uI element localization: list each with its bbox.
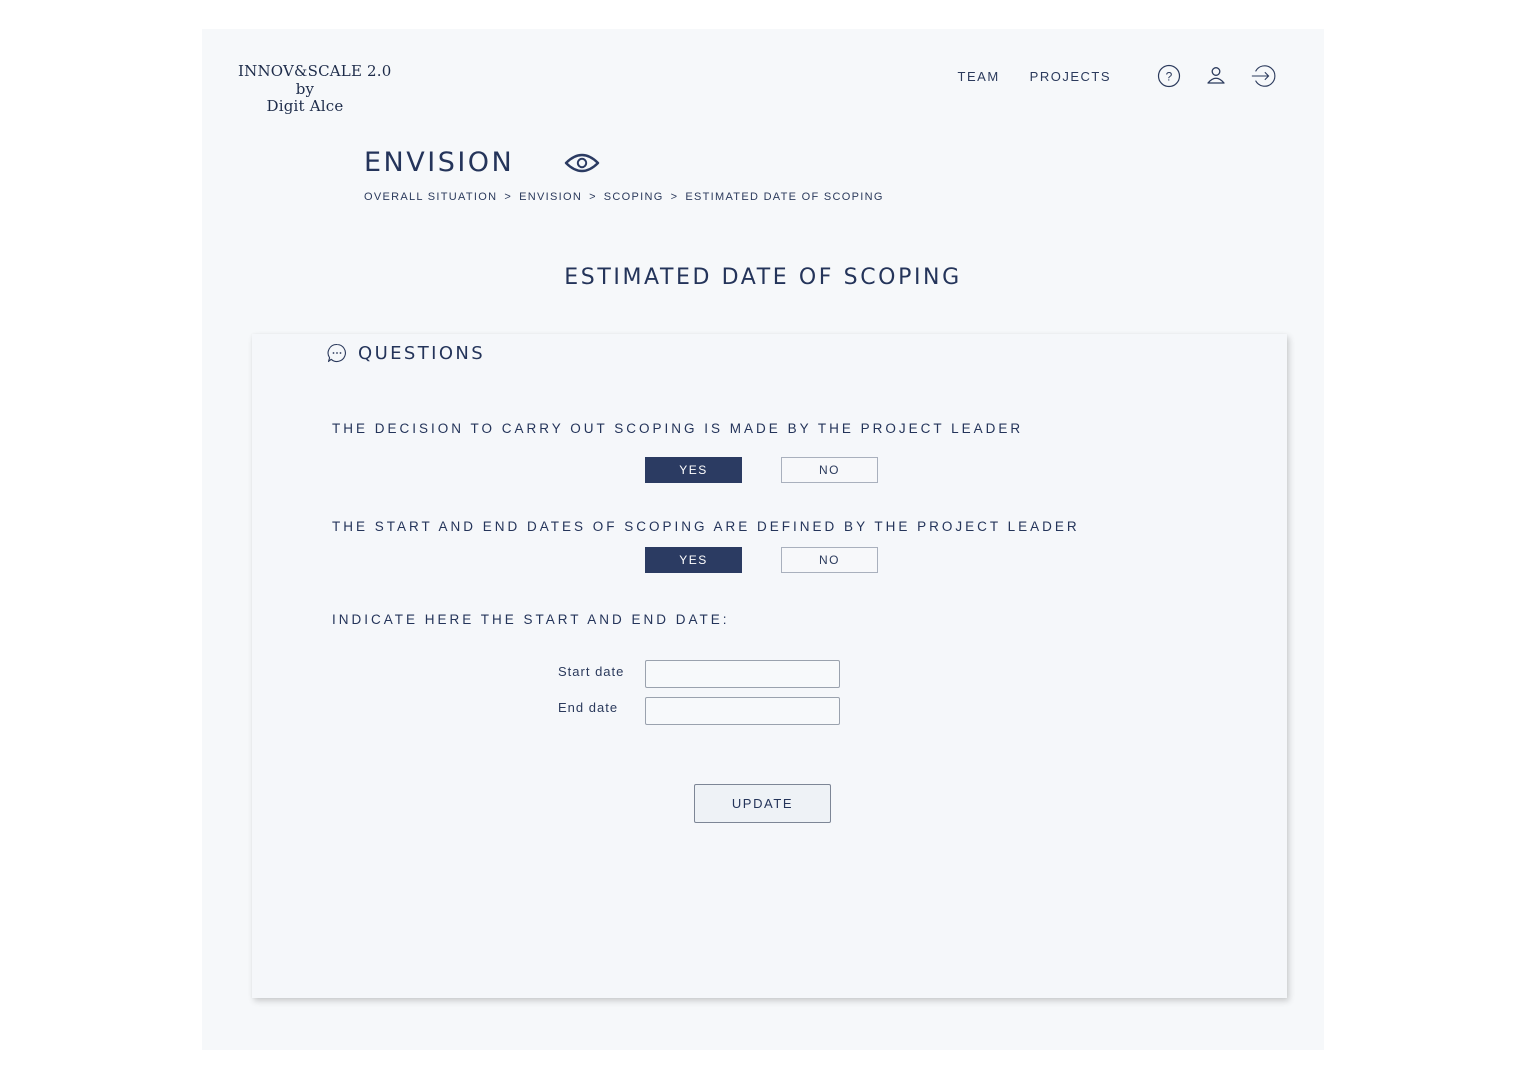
breadcrumb: OVERALL SITUATION > ENVISION > SCOPING > ESTIM… [364,191,884,203]
section-title: ESTIMATED DATE OF SCOPING [564,265,962,290]
brand-company: Digit Alce [266,97,344,115]
eye-icon [564,149,600,177]
page-title: ENVISION [364,147,515,178]
questions-card: QUESTIONS THE DECISION TO CARRY OUT SCOP… [252,334,1287,998]
brand-name: INNOV&SCALE 2.0 [238,62,392,80]
page-container: INNOV&SCALE 2.0 by Digit Alce TEAM PROJE… [202,29,1324,1050]
question-1-text: THE DECISION TO CARRY OUT SCOPING IS MAD… [332,421,1024,436]
question-1-no-button[interactable]: NO [781,457,878,483]
brand-logo[interactable]: INNOV&SCALE 2.0 by Digit Alce [232,62,392,116]
nav-team-link[interactable]: TEAM [958,69,1000,84]
breadcrumb-overall-situation[interactable]: OVERALL SITUATION [364,191,497,203]
top-nav: TEAM PROJECTS ? [958,63,1276,89]
update-button[interactable]: UPDATE [694,784,831,823]
brand-by: by [295,79,315,98]
breadcrumb-scoping[interactable]: SCOPING [604,191,664,203]
end-date-input[interactable] [645,697,840,725]
help-icon[interactable]: ? [1156,63,1182,89]
logout-icon[interactable] [1250,63,1276,89]
question-2-text: THE START AND END DATES OF SCOPING ARE D… [332,519,1080,534]
questions-heading: QUESTIONS [358,342,486,364]
start-date-label: Start date [558,664,625,679]
questions-header: QUESTIONS [326,342,485,364]
svg-text:?: ? [1166,70,1173,84]
breadcrumb-separator: > [670,191,679,203]
user-icon[interactable] [1203,63,1229,89]
start-date-input[interactable] [645,660,840,688]
breadcrumb-separator: > [504,191,513,203]
date-prompt: INDICATE HERE THE START AND END DATE: [332,612,730,627]
breadcrumb-separator: > [589,191,597,203]
chat-bubble-icon [326,342,348,364]
nav-projects-link[interactable]: PROJECTS [1030,69,1111,84]
question-2-no-button[interactable]: NO [781,547,878,573]
breadcrumb-current: ESTIMATED DATE OF SCOPING [685,191,884,203]
end-date-label: End date [558,700,619,715]
question-1-yes-button[interactable]: YES [645,457,742,483]
question-2-yes-button[interactable]: YES [645,547,742,573]
breadcrumb-envision[interactable]: ENVISION [519,191,582,203]
